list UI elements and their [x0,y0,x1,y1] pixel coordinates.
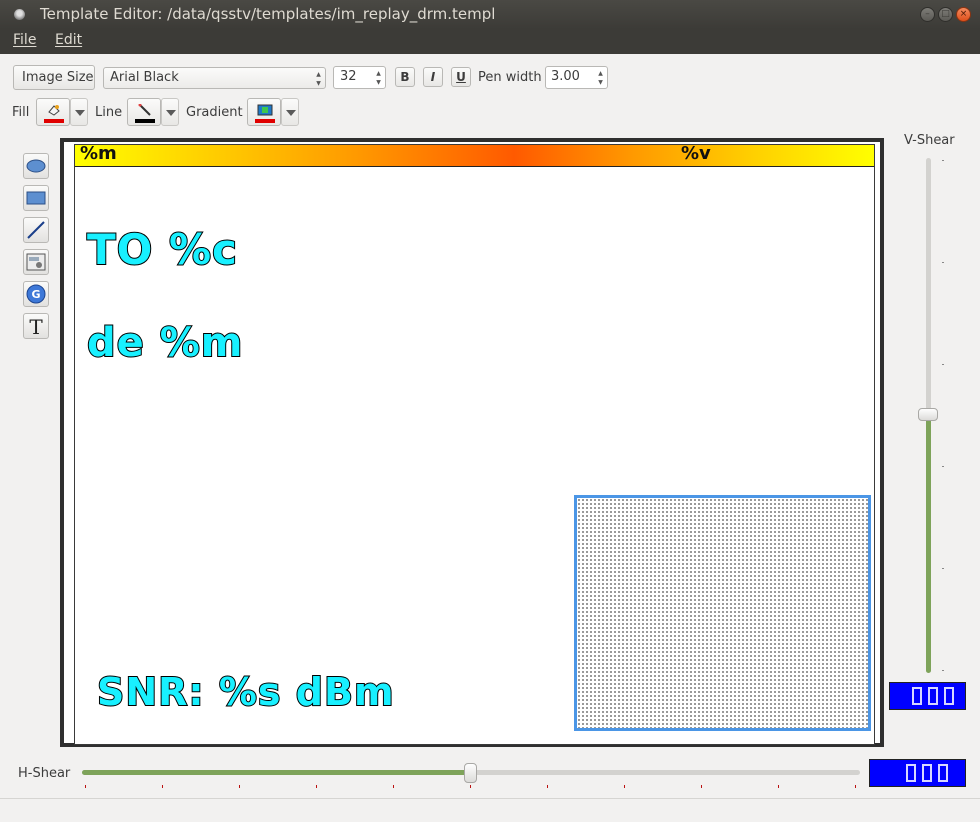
canvas-page[interactable]: %m %v TO %c de %m SNR: %s dBm [74,143,875,745]
menu-edit[interactable]: Edit [55,32,82,48]
hshear-label: H-Shear [18,766,71,781]
maximize-button[interactable]: □ [938,7,953,22]
font-size-value: 32 [340,69,357,84]
minimize-button[interactable]: – [920,7,935,22]
ellipse-tool-button[interactable] [23,153,49,179]
line-label: Line [95,105,123,120]
gradient-color-swatch [255,119,275,123]
fill-label: Fill [12,105,30,120]
hshear-tick [239,785,240,788]
lcd-digit [938,764,948,782]
gradient-dropdown-arrow-icon[interactable] [281,98,299,126]
text-icon: T [29,315,43,339]
vshear-slider-fill [926,415,931,673]
line-dropdown-arrow-icon[interactable] [161,98,179,126]
header-right-text[interactable]: %v [681,143,711,164]
vshear-tick [942,568,944,569]
font-selector[interactable]: Arial Black ▲ ▼ [103,67,326,89]
menu-file[interactable]: File [13,32,36,48]
title-bar: Template Editor: /data/qsstv/templates/i… [0,0,980,29]
pen-width-spin-arrows-icon: ▲ ▼ [598,70,603,86]
header-left-text[interactable]: %m [80,143,117,164]
lcd-digit [922,764,932,782]
font-dropdown-arrows-icon: ▲ ▼ [316,71,321,87]
hshear-tick [85,785,86,788]
image-icon [26,253,46,271]
font-size-spinbox[interactable]: 32 ▲ ▼ [333,66,386,89]
svg-text:G: G [31,288,40,301]
text-snr[interactable]: SNR: %s dBm [96,669,395,715]
lcd-digit [912,687,922,705]
hshear-tick [855,785,856,788]
gradient-header-bar[interactable]: %m %v [75,143,874,167]
pen-width-label: Pen width [478,70,542,85]
vshear-tick [942,364,944,365]
vshear-tick [942,466,944,467]
vshear-lcd-display [889,682,966,710]
image-size-button[interactable]: Image Size [13,65,95,90]
hshear-slider-fill [82,770,471,775]
svg-text:T: T [29,315,43,338]
fill-color-button[interactable] [36,98,70,126]
hshear-tick [393,785,394,788]
hshear-tick [624,785,625,788]
text-tool-button[interactable]: T [23,313,49,339]
font-name: Arial Black [110,70,179,85]
hshear-tick [470,785,471,788]
text-to-callsign[interactable]: TO %c [86,224,238,275]
paint-bucket-icon [48,105,60,116]
menu-bar: File Edit [0,29,980,54]
vshear-tick [942,670,944,671]
font-size-spin-arrows-icon: ▲ ▼ [376,70,381,86]
hshear-tick [701,785,702,788]
line-tool-button[interactable] [23,217,49,243]
line-color-swatch [135,119,155,123]
hshear-slider-handle[interactable] [464,763,477,783]
gradient-icon [257,104,273,116]
ellipse-icon [26,159,46,173]
fill-color-swatch [44,119,64,123]
vshear-tick [942,160,944,161]
fill-dropdown-arrow-icon[interactable] [70,98,88,126]
text-de-callsign[interactable]: de %m [86,319,243,367]
hshear-tick [316,785,317,788]
replay-icon: G [26,284,46,304]
hshear-tick [162,785,163,788]
underline-button[interactable]: U [451,67,471,87]
rectangle-tool-button[interactable] [23,185,49,211]
status-bar [0,798,980,822]
replay-tool-button[interactable]: G [23,281,49,307]
italic-button[interactable]: I [423,67,443,87]
line-icon [27,221,45,239]
vshear-tick [942,262,944,263]
lcd-digit [944,687,954,705]
gradient-button[interactable] [247,98,281,126]
window-title: Template Editor: /data/qsstv/templates/i… [40,5,496,23]
image-tool-button[interactable] [23,249,49,275]
rectangle-icon [26,191,46,205]
image-placeholder[interactable] [574,495,871,731]
pen-width-value: 3.00 [551,69,580,84]
gradient-label: Gradient [186,105,243,120]
template-canvas[interactable]: %m %v TO %c de %m SNR: %s dBm [60,138,884,747]
lcd-digit [928,687,938,705]
vshear-label: V-Shear [904,133,955,148]
app-icon [14,9,25,20]
hshear-tick [547,785,548,788]
lcd-digit [906,764,916,782]
vshear-slider-handle[interactable] [918,408,938,421]
line-color-button[interactable] [127,98,161,126]
hshear-lcd-display [869,759,966,787]
pen-width-spinbox[interactable]: 3.00 ▲ ▼ [545,66,608,89]
hshear-tick [778,785,779,788]
pen-icon [138,104,151,116]
bold-button[interactable]: B [395,67,415,87]
close-button[interactable]: × [956,7,971,22]
